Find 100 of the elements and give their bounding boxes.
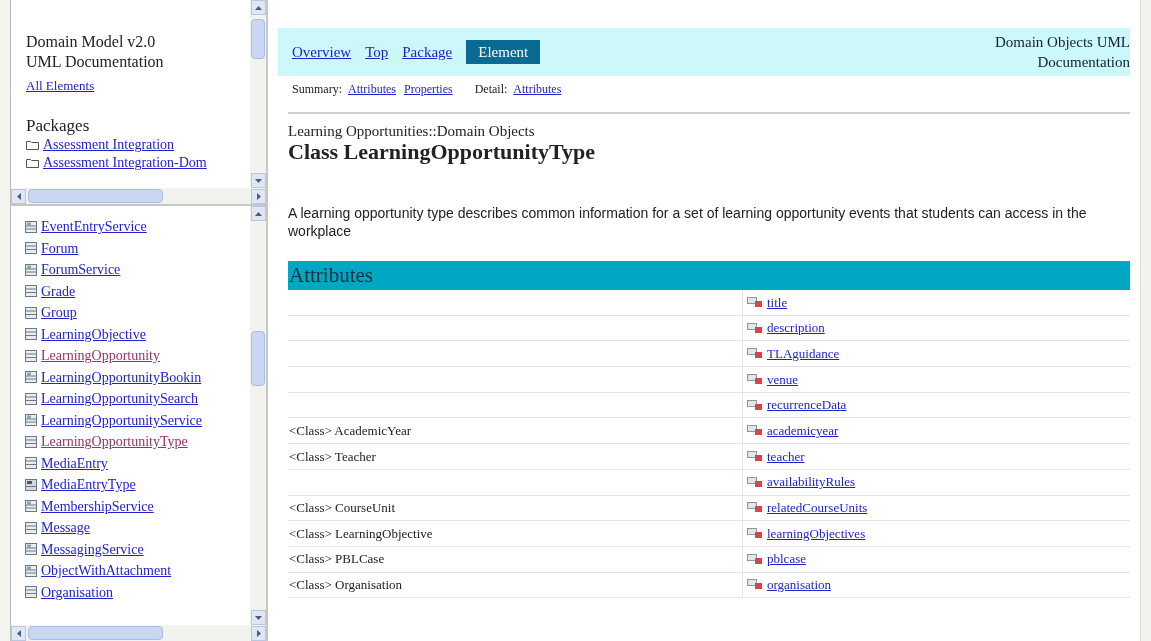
attribute-icon — [747, 450, 763, 462]
type-cell-text: <Class> AcademicYear — [289, 422, 411, 441]
horizontal-scrollbar[interactable] — [11, 625, 266, 641]
class-link[interactable]: LearningOpportunitySearch — [41, 388, 199, 410]
type-cell-text: <Class> Organisation — [289, 576, 402, 595]
caret-up-icon — [254, 211, 262, 216]
class-link[interactable]: MediaEntry — [41, 452, 108, 474]
class-icon — [25, 521, 37, 534]
class-link[interactable]: Message — [41, 517, 90, 539]
service-icon — [25, 220, 37, 233]
scroll-down-button[interactable] — [250, 173, 266, 188]
documentation-title: Domain Model v2.0 UML Documentation — [26, 32, 165, 72]
class-icon — [25, 392, 37, 405]
attribute-link[interactable]: academicyear — [767, 421, 839, 441]
type-cell-text: <Class> Teacher — [289, 447, 376, 466]
package-link[interactable]: Assessment Integration — [43, 134, 175, 155]
class-icon — [25, 349, 37, 362]
attribute-link[interactable]: availabilityRules — [767, 472, 856, 492]
caret-down-icon — [254, 615, 262, 620]
detail-label: Detail: — [474, 81, 508, 98]
enum-icon — [25, 478, 37, 491]
attribute-link[interactable]: relatedCourseUnits — [767, 498, 868, 518]
nav-tab[interactable]: Package — [402, 40, 453, 64]
scroll-thumb[interactable] — [28, 189, 163, 203]
class-link[interactable]: ObjectWithAttachment — [41, 560, 172, 582]
folder-icon — [26, 157, 39, 168]
packages-heading: Packages — [26, 115, 91, 136]
summary-link[interactable]: Attributes — [348, 80, 396, 98]
attribute-icon — [747, 579, 763, 591]
class-title: Class LearningOpportunityType — [288, 140, 597, 164]
scroll-down-button[interactable] — [250, 610, 266, 625]
class-link[interactable]: LearningOpportunityService — [41, 409, 202, 431]
class-link[interactable]: Grade — [41, 280, 76, 302]
summary-label: Summary: — [292, 81, 342, 98]
vertical-scrollbar[interactable] — [250, 0, 266, 188]
class-icon — [25, 285, 37, 298]
documentation-heading: Domain Objects UML Documentation — [994, 33, 1130, 72]
class-link[interactable]: MembershipService — [41, 495, 154, 517]
service-icon — [25, 263, 37, 276]
caret-left-icon — [16, 629, 21, 637]
scroll-left-button[interactable] — [11, 188, 26, 204]
scroll-up-button[interactable] — [250, 0, 266, 15]
class-link[interactable]: Group — [41, 302, 77, 324]
class-link[interactable]: Forum — [41, 237, 79, 259]
folder-icon — [26, 139, 39, 150]
class-link[interactable]: MediaEntryType — [41, 474, 136, 496]
nav-tab[interactable]: Element — [466, 39, 541, 65]
attribute-icon — [747, 296, 763, 308]
summary-link[interactable]: Properties — [404, 80, 453, 98]
class-icon — [25, 306, 37, 319]
scroll-up-button[interactable] — [250, 206, 266, 221]
attribute-icon — [747, 399, 763, 411]
scroll-thumb[interactable] — [28, 626, 163, 640]
attribute-link[interactable]: pblcase — [767, 549, 806, 569]
attribute-link[interactable]: TLAguidance — [767, 343, 840, 364]
class-link[interactable]: ForumService — [41, 259, 121, 281]
service-icon — [25, 500, 37, 513]
attribute-link[interactable]: description — [767, 318, 825, 338]
scroll-thumb[interactable] — [251, 19, 265, 59]
caret-left-icon — [16, 192, 21, 200]
scroll-right-button[interactable] — [251, 625, 266, 641]
class-icon — [25, 457, 37, 470]
horizontal-scrollbar[interactable] — [11, 188, 266, 204]
attribute-icon — [747, 528, 763, 540]
attribute-link[interactable]: venue — [767, 369, 799, 390]
class-icon — [25, 242, 37, 255]
attribute-icon — [747, 348, 763, 360]
class-icon — [25, 586, 37, 599]
class-description: A learning opportunity type describes common information for a set of learning opportunity events that students can access in the workplace — [288, 204, 1088, 240]
package-link[interactable]: Assessment Integration-Dom — [43, 152, 207, 173]
vertical-scrollbar[interactable] — [250, 206, 266, 625]
class-link[interactable]: LearningOpportunityType — [41, 431, 188, 453]
attribute-link[interactable]: learningObjectives — [767, 523, 866, 544]
attribute-icon — [747, 476, 763, 488]
class-link[interactable]: Organisation — [41, 581, 114, 603]
caret-up-icon — [254, 5, 262, 10]
attribute-link[interactable]: title — [767, 292, 788, 313]
type-cell-text: <Class> CourseUnit — [289, 499, 396, 518]
service-icon — [25, 414, 37, 427]
all-elements-link[interactable]: All Elements — [26, 76, 95, 96]
vertical-scrollbar[interactable] — [1140, 0, 1151, 641]
scroll-left-button[interactable] — [11, 625, 26, 641]
class-icon — [25, 328, 37, 341]
scroll-thumb[interactable] — [251, 331, 265, 386]
class-link[interactable]: LearningOpportunity — [41, 345, 160, 367]
caret-right-icon — [256, 192, 261, 200]
detail-link[interactable]: Attributes — [513, 80, 562, 98]
class-icon — [25, 435, 37, 448]
nav-tab[interactable]: Overview — [292, 40, 352, 64]
class-link[interactable]: LearningObjective — [41, 323, 146, 345]
class-link[interactable]: EventEntryService — [41, 216, 147, 238]
service-icon — [25, 371, 37, 384]
attribute-link[interactable]: teacher — [767, 446, 805, 467]
class-link[interactable]: LearningOpportunityBookin — [41, 366, 202, 388]
nav-tab[interactable]: Top — [365, 40, 389, 64]
attribute-link[interactable]: organisation — [767, 575, 832, 595]
scroll-right-button[interactable] — [251, 188, 266, 204]
class-link[interactable]: MessagingService — [41, 538, 144, 560]
attribute-icon — [747, 553, 763, 565]
attribute-link[interactable]: recurrenceData — [767, 395, 847, 415]
